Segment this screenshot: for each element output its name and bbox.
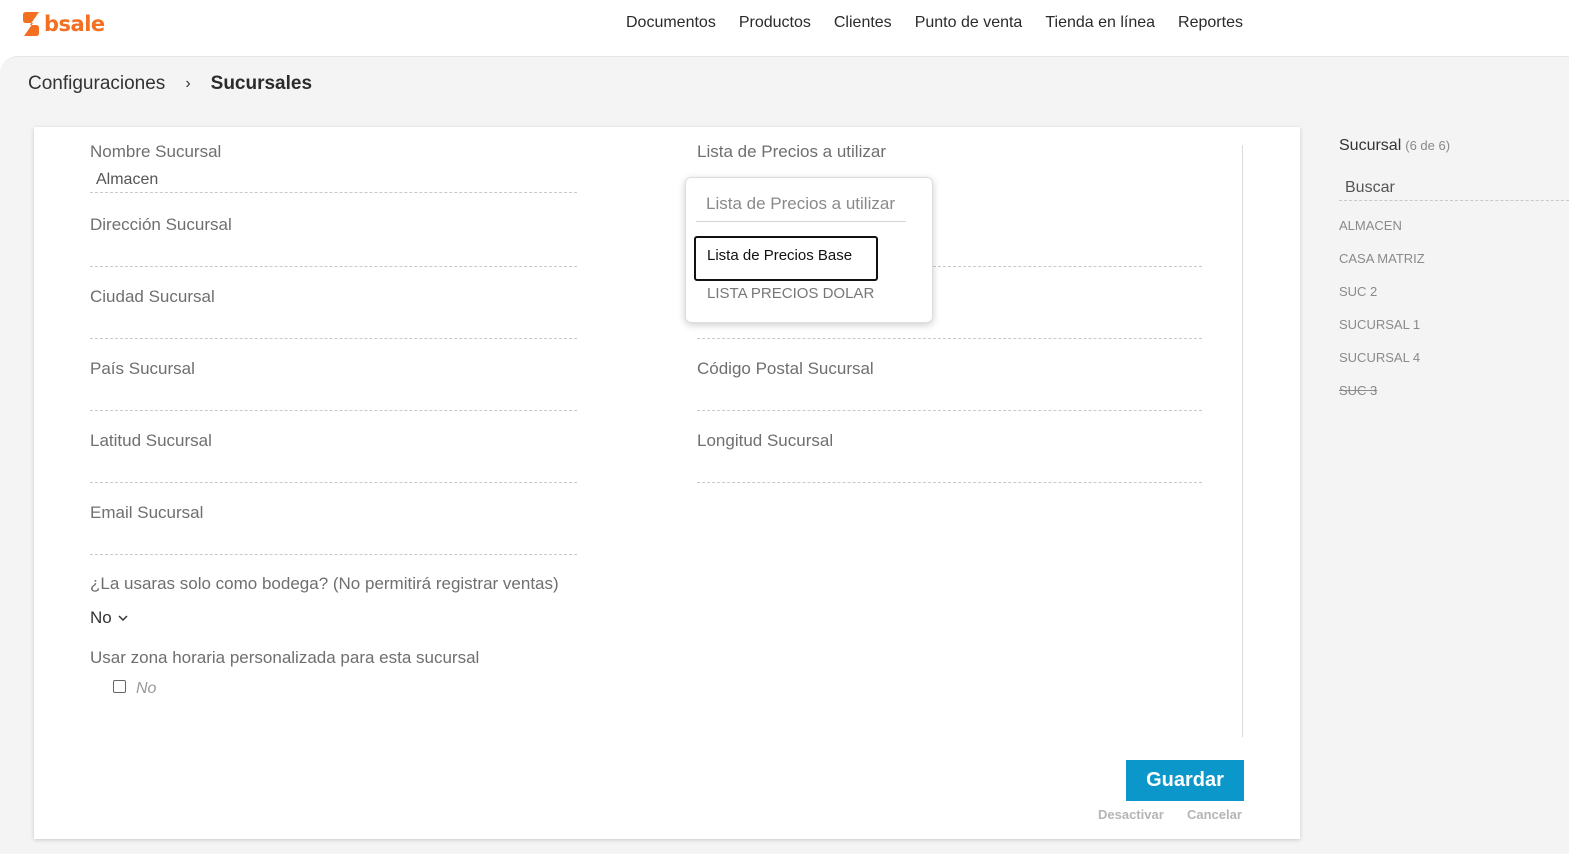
label-longitud: Longitud Sucursal bbox=[697, 431, 834, 450]
email-input[interactable] bbox=[90, 529, 577, 555]
main-nav: Documentos Productos Clientes Punto de v… bbox=[626, 14, 1266, 32]
nav-tienda-en-linea[interactable]: Tienda en línea bbox=[1045, 14, 1155, 32]
label-lista-precios: Lista de Precios a utilizar bbox=[697, 142, 886, 161]
branch-item-suc-3[interactable]: SUC 3 bbox=[1339, 382, 1425, 415]
breadcrumb-configuraciones[interactable]: Configuraciones bbox=[28, 73, 165, 95]
ciudad-input[interactable] bbox=[90, 313, 577, 339]
branch-item-sucursal-4[interactable]: SUCURSAL 4 bbox=[1339, 349, 1425, 382]
bodega-select-value: No bbox=[90, 608, 112, 627]
page-title: Sucursales bbox=[210, 73, 313, 94]
sidebar-search-input[interactable] bbox=[1339, 175, 1569, 201]
bsale-logo-icon bbox=[23, 12, 39, 36]
pais-input[interactable] bbox=[90, 385, 577, 411]
bsale-logo[interactable]: bsale bbox=[22, 11, 105, 37]
field-pais: País Sucursal bbox=[90, 359, 577, 411]
label-bodega: ¿La usaras solo como bodega? (No permiti… bbox=[90, 574, 559, 593]
nav-clientes[interactable]: Clientes bbox=[834, 14, 892, 32]
price-list-option-base[interactable]: Lista de Precios Base bbox=[694, 236, 878, 281]
field-longitud: Longitud Sucursal bbox=[697, 431, 1202, 483]
sidebar-count: (6 de 6) bbox=[1405, 138, 1451, 153]
nav-productos[interactable]: Productos bbox=[739, 14, 811, 32]
field-direccion: Dirección Sucursal bbox=[90, 215, 577, 267]
field-lista-precios: Lista de Precios a utilizar bbox=[697, 142, 886, 162]
field-email: Email Sucursal bbox=[90, 503, 577, 555]
branch-form-card: Nombre Sucursal Dirección Sucursal Ciuda… bbox=[34, 127, 1300, 839]
label-direccion: Dirección Sucursal bbox=[90, 215, 232, 234]
save-button[interactable]: Guardar bbox=[1126, 760, 1244, 801]
nav-documentos[interactable]: Documentos bbox=[626, 14, 716, 32]
nav-reportes[interactable]: Reportes bbox=[1178, 14, 1243, 32]
branch-item-sucursal-1[interactable]: SUCURSAL 1 bbox=[1339, 316, 1425, 349]
bodega-select[interactable]: No bbox=[90, 608, 129, 628]
chevron-right-icon: › bbox=[185, 75, 191, 92]
label-ciudad: Ciudad Sucursal bbox=[90, 287, 215, 306]
branch-item-almacen[interactable]: ALMACEN bbox=[1339, 217, 1425, 250]
codigo-postal-input[interactable] bbox=[697, 385, 1202, 411]
price-list-search-input[interactable] bbox=[696, 186, 906, 222]
zona-horaria-checkbox-label: No bbox=[136, 680, 157, 697]
chevron-down-icon bbox=[118, 615, 128, 622]
branch-item-suc-2[interactable]: SUC 2 bbox=[1339, 283, 1425, 316]
label-zona-horaria: Usar zona horaria personalizada para est… bbox=[90, 648, 480, 667]
field-latitud: Latitud Sucursal bbox=[90, 431, 577, 483]
label-codigo-postal: Código Postal Sucursal bbox=[697, 359, 874, 378]
brand-name: bsale bbox=[44, 12, 105, 36]
field-codigo-postal: Código Postal Sucursal bbox=[697, 359, 1202, 411]
longitud-input[interactable] bbox=[697, 457, 1202, 483]
label-nombre: Nombre Sucursal bbox=[90, 142, 222, 161]
breadcrumb: Configuraciones › Sucursales bbox=[28, 73, 312, 95]
latitud-input[interactable] bbox=[90, 457, 577, 483]
nav-punto-de-venta[interactable]: Punto de venta bbox=[915, 14, 1023, 32]
sidebar-title-text: Sucursal bbox=[1339, 137, 1402, 154]
card-divider bbox=[1242, 145, 1243, 737]
cancel-link[interactable]: Cancelar bbox=[1187, 807, 1242, 822]
branch-item-casa-matriz[interactable]: CASA MATRIZ bbox=[1339, 250, 1425, 283]
content-area: Configuraciones › Sucursales Nombre Sucu… bbox=[0, 56, 1569, 854]
price-list-option-dolar[interactable]: LISTA PRECIOS DOLAR bbox=[707, 285, 874, 302]
label-email: Email Sucursal bbox=[90, 503, 204, 522]
field-nombre: Nombre Sucursal bbox=[90, 142, 577, 193]
direccion-input[interactable] bbox=[90, 241, 577, 267]
label-pais: País Sucursal bbox=[90, 359, 195, 378]
label-latitud: Latitud Sucursal bbox=[90, 431, 212, 450]
zona-horaria-checkbox[interactable] bbox=[113, 680, 126, 693]
nombre-input[interactable] bbox=[90, 167, 577, 193]
branch-list: ALMACEN CASA MATRIZ SUC 2 SUCURSAL 1 SUC… bbox=[1339, 217, 1425, 415]
deactivate-link[interactable]: Desactivar bbox=[1098, 807, 1164, 822]
top-navbar: bsale Documentos Productos Clientes Punt… bbox=[0, 0, 1569, 56]
price-list-dropdown: Lista de Precios Base LISTA PRECIOS DOLA… bbox=[685, 177, 933, 323]
field-ciudad: Ciudad Sucursal bbox=[90, 287, 577, 339]
sidebar-title: Sucursal (6 de 6) bbox=[1339, 137, 1450, 155]
